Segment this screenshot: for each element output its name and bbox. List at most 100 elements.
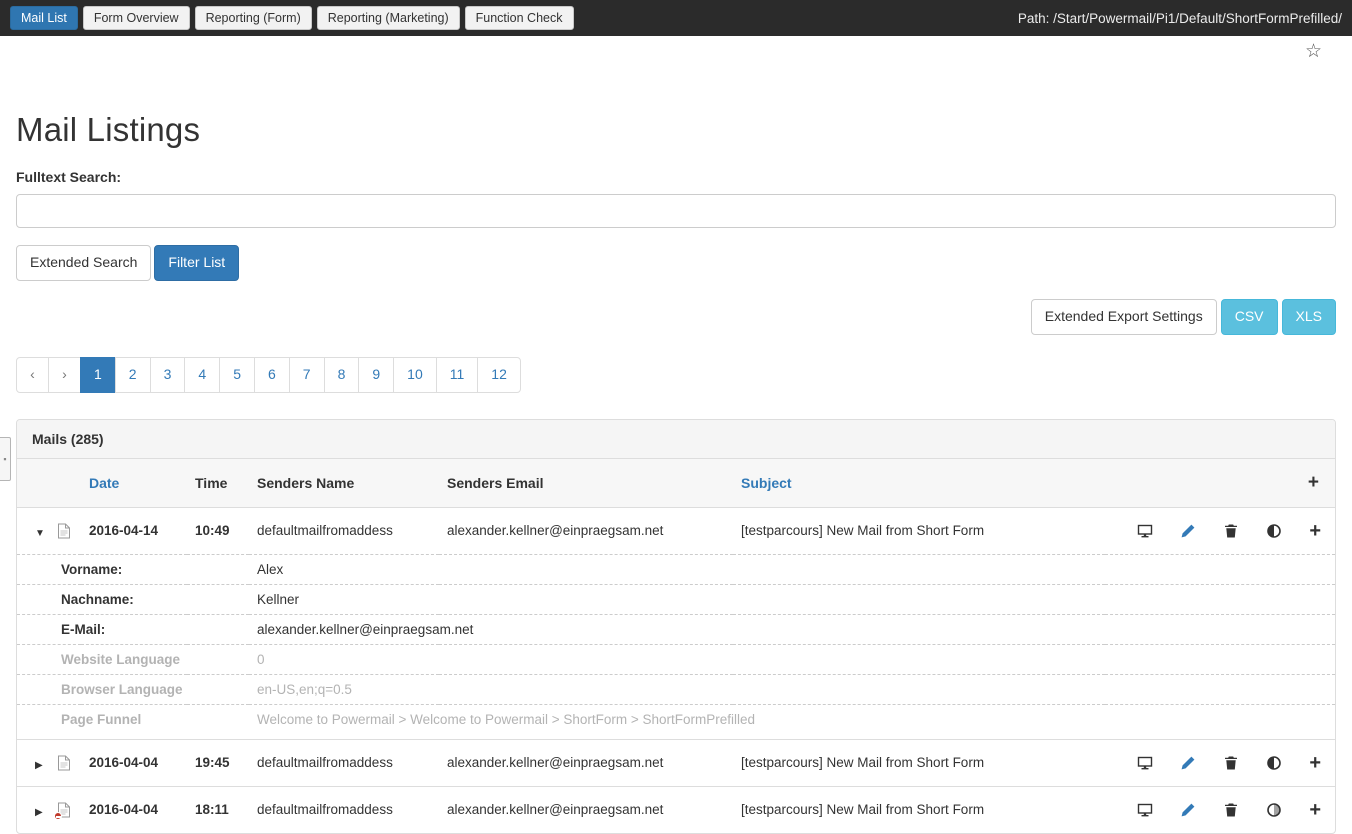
- extended-search-button[interactable]: Extended Search: [16, 245, 151, 281]
- detail-value: alexander.kellner@einpraegsam.net: [249, 614, 1335, 644]
- header-expand: [17, 459, 81, 508]
- cell-sender-email: alexander.kellner@einpraegsam.net: [439, 739, 733, 786]
- page-link-4[interactable]: 4: [184, 357, 220, 393]
- add-icon[interactable]: +: [1309, 521, 1321, 541]
- preview-icon[interactable]: [1137, 523, 1153, 539]
- page-link-6[interactable]: 6: [254, 357, 290, 393]
- detail-value: en-US,en;q=0.5: [249, 674, 1335, 704]
- add-icon[interactable]: +: [1309, 800, 1321, 820]
- fulltext-search-label: Fulltext Search:: [16, 169, 1336, 185]
- page-link-7[interactable]: 7: [289, 357, 325, 393]
- page-link-2[interactable]: 2: [115, 357, 151, 393]
- next-page-icon[interactable]: ›: [48, 357, 81, 393]
- frame-resize-handle[interactable]: ▪: [0, 437, 11, 481]
- mail-row: ▼ 2016-04-14 10:49 defaultmailfromaddess…: [17, 507, 1335, 554]
- detail-row: E-Mail: alexander.kellner@einpraegsam.ne…: [17, 614, 1335, 644]
- cell-sender-name: defaultmailfromaddess: [249, 786, 439, 833]
- cell-time: 19:45: [187, 739, 249, 786]
- table-header-row: Date Time Senders Name Senders Email Sub…: [17, 459, 1335, 508]
- detail-value: Alex: [249, 554, 1335, 584]
- cell-sender-name: defaultmailfromaddess: [249, 507, 439, 554]
- add-icon[interactable]: +: [1309, 753, 1321, 773]
- cell-time: 10:49: [187, 507, 249, 554]
- edit-icon[interactable]: [1180, 802, 1196, 818]
- detail-label: Nachname:: [17, 584, 249, 614]
- page-title: Mail Listings: [16, 111, 1336, 149]
- page-link-10[interactable]: 10: [393, 357, 437, 393]
- detail-row: Vorname: Alex: [17, 554, 1335, 584]
- cell-date: 2016-04-04: [81, 739, 187, 786]
- main-content: Mail Listings Fulltext Search: Extended …: [0, 111, 1352, 834]
- detail-label: Website Language: [17, 644, 249, 674]
- expand-caret-icon[interactable]: ▶: [35, 760, 49, 771]
- tab-reporting-form[interactable]: Reporting (Form): [195, 6, 312, 31]
- preview-icon[interactable]: [1137, 802, 1153, 818]
- toggle-visibility-icon[interactable]: [1266, 755, 1282, 771]
- extended-export-settings-button[interactable]: Extended Export Settings: [1031, 299, 1217, 335]
- csv-export-button[interactable]: CSV: [1221, 299, 1278, 335]
- page-link-9[interactable]: 9: [358, 357, 394, 393]
- detail-row: Website Language 0: [17, 644, 1335, 674]
- header-time: Time: [187, 459, 249, 508]
- filter-list-button[interactable]: Filter List: [154, 245, 239, 281]
- preview-icon[interactable]: [1137, 755, 1153, 771]
- delete-icon[interactable]: [1223, 523, 1239, 539]
- header-add-icon[interactable]: +: [1308, 472, 1319, 493]
- header-senders-email: Senders Email: [439, 459, 733, 508]
- mails-table: Date Time Senders Name Senders Email Sub…: [17, 459, 1335, 833]
- expand-caret-icon[interactable]: ▶: [35, 807, 49, 818]
- xls-export-button[interactable]: XLS: [1282, 299, 1336, 335]
- tab-mail-list[interactable]: Mail List: [10, 6, 78, 31]
- cell-time: 18:11: [187, 786, 249, 833]
- document-icon: [57, 523, 71, 539]
- detail-value: 0: [249, 644, 1335, 674]
- detail-label: E-Mail:: [17, 614, 249, 644]
- page-link-3[interactable]: 3: [150, 357, 186, 393]
- topbar: Mail List Form Overview Reporting (Form)…: [0, 0, 1352, 36]
- cell-sender-email: alexander.kellner@einpraegsam.net: [439, 786, 733, 833]
- document-icon: [57, 755, 71, 771]
- detail-row: Browser Language en-US,en;q=0.5: [17, 674, 1335, 704]
- fulltext-search-input[interactable]: [16, 194, 1336, 228]
- bookmark-star-icon[interactable]: ☆: [1305, 41, 1322, 62]
- page-link-8[interactable]: 8: [324, 357, 360, 393]
- tab-form-overview[interactable]: Form Overview: [83, 6, 190, 31]
- tab-function-check[interactable]: Function Check: [465, 6, 574, 31]
- page-link-5[interactable]: 5: [219, 357, 255, 393]
- mail-row: ▶ 2016-04-04 19:45 defaultmailfromaddess…: [17, 739, 1335, 786]
- prev-page-icon[interactable]: ‹: [16, 357, 49, 393]
- document-hidden-icon: [57, 802, 71, 818]
- toggle-visibility-icon[interactable]: [1266, 802, 1282, 818]
- cell-date: 2016-04-04: [81, 786, 187, 833]
- cell-sender-email: alexander.kellner@einpraegsam.net: [439, 507, 733, 554]
- delete-icon[interactable]: [1223, 802, 1239, 818]
- page-link-1[interactable]: 1: [80, 357, 116, 393]
- detail-row: Nachname: Kellner: [17, 584, 1335, 614]
- detail-label: Vorname:: [17, 554, 249, 584]
- page-link-12[interactable]: 12: [477, 357, 521, 393]
- edit-icon[interactable]: [1180, 523, 1196, 539]
- sort-date-link[interactable]: Date: [89, 475, 119, 491]
- sort-subject-link[interactable]: Subject: [741, 475, 792, 491]
- delete-icon[interactable]: [1223, 755, 1239, 771]
- detail-value: Welcome to Powermail > Welcome to Powerm…: [249, 704, 1335, 739]
- cell-subject: [testparcours] New Mail from Short Form: [733, 786, 1105, 833]
- cell-date: 2016-04-14: [81, 507, 187, 554]
- collapse-caret-icon[interactable]: ▼: [35, 528, 49, 539]
- tab-reporting-marketing[interactable]: Reporting (Marketing): [317, 6, 460, 31]
- detail-label: Page Funnel: [17, 704, 249, 739]
- mail-row: ▶ 2016-04-04 18:11 defaultmailfromaddess…: [17, 786, 1335, 833]
- panel-title: Mails (285): [17, 420, 1335, 459]
- mails-panel: Mails (285) Date Time Senders Name Sende…: [16, 419, 1336, 834]
- bookmark-row: ☆: [0, 36, 1352, 66]
- cell-sender-name: defaultmailfromaddess: [249, 739, 439, 786]
- cell-subject: [testparcours] New Mail from Short Form: [733, 739, 1105, 786]
- page-link-11[interactable]: 11: [436, 357, 479, 393]
- toggle-visibility-icon[interactable]: [1266, 523, 1282, 539]
- breadcrumb-path: Path: /Start/Powermail/Pi1/Default/Short…: [1018, 11, 1342, 26]
- header-senders-name: Senders Name: [249, 459, 439, 508]
- detail-label: Browser Language: [17, 674, 249, 704]
- detail-value: Kellner: [249, 584, 1335, 614]
- pagination: ‹ › 1 2 3 4 5 6 7 8 9 10 11 12: [16, 357, 521, 393]
- edit-icon[interactable]: [1180, 755, 1196, 771]
